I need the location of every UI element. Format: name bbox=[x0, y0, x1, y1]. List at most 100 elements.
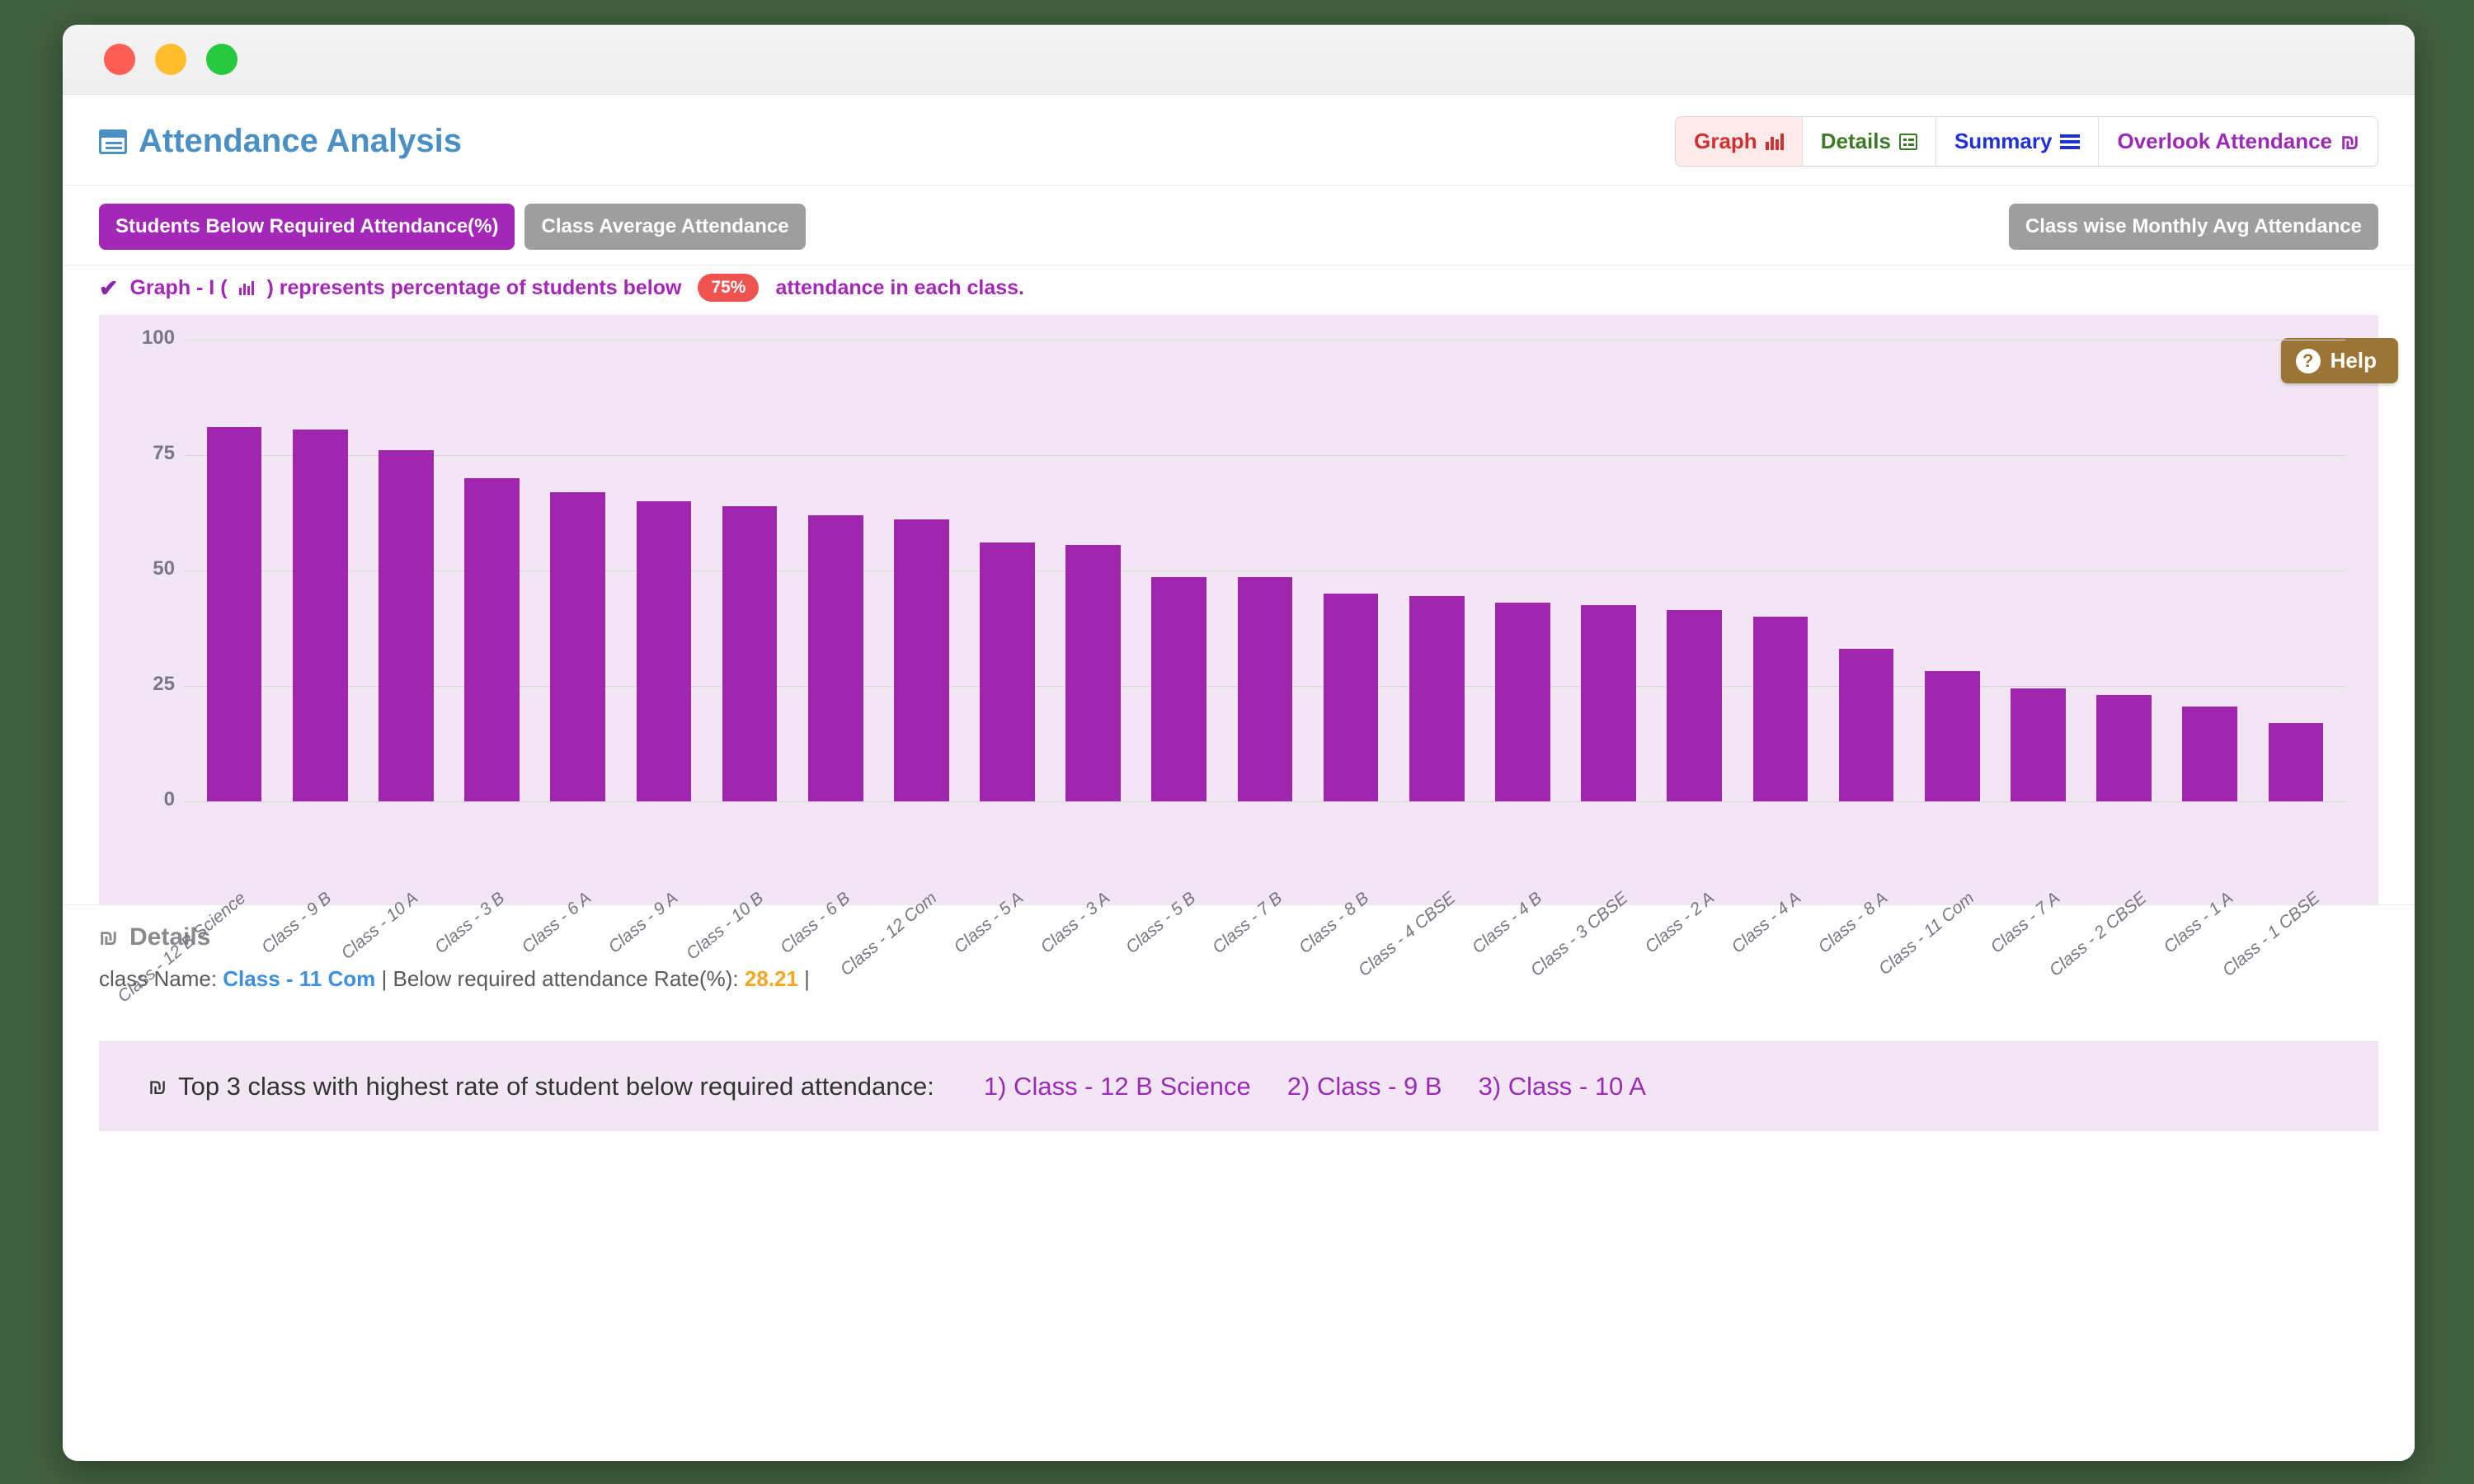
chart-bar[interactable] bbox=[550, 491, 606, 801]
chart-bar-cell[interactable] bbox=[964, 340, 1050, 801]
window-minimize-button[interactable] bbox=[155, 44, 186, 75]
chart-toolbar-tabs: Students Below Required Attendance(%) Cl… bbox=[99, 204, 806, 250]
nav-tab-graph-label: Graph bbox=[1694, 129, 1757, 153]
graph-info-line: ✔ Graph - I ( ) represents percentage of… bbox=[63, 265, 2415, 315]
chart-bar-cell[interactable] bbox=[1909, 340, 1995, 801]
chart-bar-cell[interactable] bbox=[449, 340, 534, 801]
chart-x-axis-labels: Class - 12 B Science Class - 9 B Class - 1… bbox=[114, 801, 2345, 1007]
chart-bar[interactable] bbox=[1838, 649, 1894, 801]
chart-bar-cell[interactable] bbox=[793, 340, 878, 801]
top3-list: 1) Class - 12 B Science 2) Class - 9 B 3) … bbox=[984, 1072, 1646, 1101]
graph-info-middle: ) represents percentage of students belo… bbox=[266, 275, 682, 299]
chart-bar[interactable] bbox=[464, 478, 520, 801]
window-close-button[interactable] bbox=[104, 44, 135, 75]
chart-bar-cell[interactable] bbox=[2253, 340, 2339, 801]
chart-bar-cell[interactable] bbox=[1652, 340, 1738, 801]
chart-bar-cell[interactable] bbox=[1995, 340, 2081, 801]
graph-info-suffix: attendance in each class. bbox=[775, 275, 1024, 299]
chart-bar-cell[interactable] bbox=[2081, 340, 2166, 801]
bar-chart-icon bbox=[1765, 133, 1784, 150]
chart-bar[interactable] bbox=[292, 430, 348, 801]
chart-bar[interactable] bbox=[2268, 722, 2324, 801]
table-grid-icon bbox=[1898, 133, 1917, 150]
app-window: Attendance Analysis Graph Details Summar… bbox=[63, 25, 2415, 1461]
bar-chart-plot-area: 100 75 50 25 0 bbox=[142, 326, 2345, 810]
chart-bar[interactable] bbox=[1065, 545, 1121, 801]
chart-bar-cell[interactable] bbox=[1479, 340, 1565, 801]
chart-bar[interactable] bbox=[1752, 617, 1808, 801]
chart-bar-cell[interactable] bbox=[1566, 340, 1652, 801]
chart-bar-cell[interactable] bbox=[277, 340, 363, 801]
y-axis-tick-label: 100 bbox=[141, 326, 175, 349]
shekel-icon: ₪ bbox=[2340, 129, 2359, 154]
chart-bar[interactable] bbox=[1409, 595, 1465, 801]
chart-bar-cell[interactable] bbox=[1222, 340, 1308, 801]
chart-bar[interactable] bbox=[980, 542, 1035, 801]
top3-summary-panel: ₪ Top 3 class with highest rate of stude… bbox=[99, 1041, 2378, 1131]
top3-summary-label: Top 3 class with highest rate of student… bbox=[178, 1072, 934, 1101]
y-axis-tick-label: 0 bbox=[163, 788, 175, 810]
chart-bar-cell[interactable] bbox=[191, 340, 277, 801]
chart-panel: ? Help 100 75 50 25 0 Class - 12 B Science Cl… bbox=[99, 315, 2398, 1007]
y-axis-tick-label: 50 bbox=[153, 557, 175, 580]
lines-icon bbox=[2060, 134, 2081, 149]
chart-bar-cell[interactable] bbox=[535, 340, 621, 801]
chart-bar-cell[interactable] bbox=[363, 340, 449, 801]
chart-bar[interactable] bbox=[206, 427, 262, 801]
page-title-text: Attendance Analysis bbox=[139, 123, 462, 159]
chart-bar-cell[interactable] bbox=[707, 340, 793, 801]
chart-bar-cell[interactable] bbox=[1308, 340, 1394, 801]
chart-bar[interactable] bbox=[894, 519, 949, 801]
bar-chart-icon bbox=[238, 280, 256, 295]
chart-bar[interactable] bbox=[2011, 688, 2066, 801]
chart-bar-cell[interactable] bbox=[878, 340, 964, 801]
nav-tab-overlook-label: Overlook Attendance bbox=[2117, 129, 2333, 153]
chart-bar[interactable] bbox=[1924, 671, 1980, 801]
tab-students-below-required-attendance[interactable]: Students Below Required Attendance(%) bbox=[99, 204, 515, 250]
chart-bar[interactable] bbox=[1151, 577, 1207, 801]
graph-info-prefix: Graph - I ( bbox=[129, 275, 228, 299]
top3-item: 1) Class - 12 B Science bbox=[983, 1072, 1251, 1101]
header-nav-group: Graph Details Summary Overlook Attendanc… bbox=[1675, 116, 2378, 167]
y-axis-tick-label: 75 bbox=[153, 442, 175, 464]
top3-summary-label-wrap: ₪ Top 3 class with highest rate of stude… bbox=[148, 1072, 934, 1101]
chart-bar[interactable] bbox=[722, 505, 778, 801]
tab-class-average-attendance[interactable]: Class Average Attendance bbox=[524, 204, 806, 250]
chart-bar[interactable] bbox=[1667, 609, 1723, 801]
chart-bar-cell[interactable] bbox=[2167, 340, 2253, 801]
check-icon: ✔ bbox=[99, 275, 119, 301]
window-titlebar bbox=[63, 25, 2415, 95]
nav-tab-details-label: Details bbox=[1820, 129, 1891, 153]
nav-tab-overlook-attendance[interactable]: Overlook Attendance ₪ bbox=[2099, 117, 2378, 166]
y-axis-tick-label: 25 bbox=[153, 673, 175, 695]
list-card-icon bbox=[99, 129, 127, 154]
nav-tab-details[interactable]: Details bbox=[1802, 117, 1936, 166]
chart-bar-cell[interactable] bbox=[1738, 340, 1823, 801]
threshold-badge: 75% bbox=[698, 274, 760, 302]
nav-tab-summary-label: Summary bbox=[1954, 129, 2053, 153]
chart-toolbar: Students Below Required Attendance(%) Cl… bbox=[63, 186, 2415, 265]
chart-bar[interactable] bbox=[2182, 707, 2237, 801]
chart-bar[interactable] bbox=[2096, 695, 2152, 801]
chart-bar-cell[interactable] bbox=[1051, 340, 1136, 801]
chart-bar[interactable] bbox=[1237, 577, 1293, 801]
shekel-icon: ₪ bbox=[148, 1074, 167, 1099]
top3-item: 2) Class - 9 B bbox=[1286, 1072, 1442, 1101]
nav-tab-graph[interactable]: Graph bbox=[1676, 117, 1803, 166]
window-maximize-button[interactable] bbox=[206, 44, 238, 75]
chart-bar[interactable] bbox=[379, 450, 434, 801]
nav-tab-summary[interactable]: Summary bbox=[1935, 117, 2100, 166]
chart-bar-cell[interactable] bbox=[1394, 340, 1479, 801]
chart-bar[interactable] bbox=[1495, 603, 1550, 801]
app-content: Attendance Analysis Graph Details Summar… bbox=[63, 95, 2415, 1461]
chart-bar-cell[interactable] bbox=[1823, 340, 1909, 801]
chart-bar[interactable] bbox=[807, 514, 863, 801]
chart-bar-cell[interactable] bbox=[1136, 340, 1222, 801]
shekel-icon: ₪ bbox=[99, 925, 118, 950]
chart-bar-cell[interactable] bbox=[621, 340, 707, 801]
chart-bars bbox=[191, 340, 2339, 801]
chart-bar[interactable] bbox=[1323, 594, 1379, 801]
chart-bar[interactable] bbox=[1581, 605, 1636, 801]
class-wise-monthly-avg-attendance-button[interactable]: Class wise Monthly Avg Attendance bbox=[2008, 204, 2378, 250]
chart-bar[interactable] bbox=[636, 501, 692, 801]
